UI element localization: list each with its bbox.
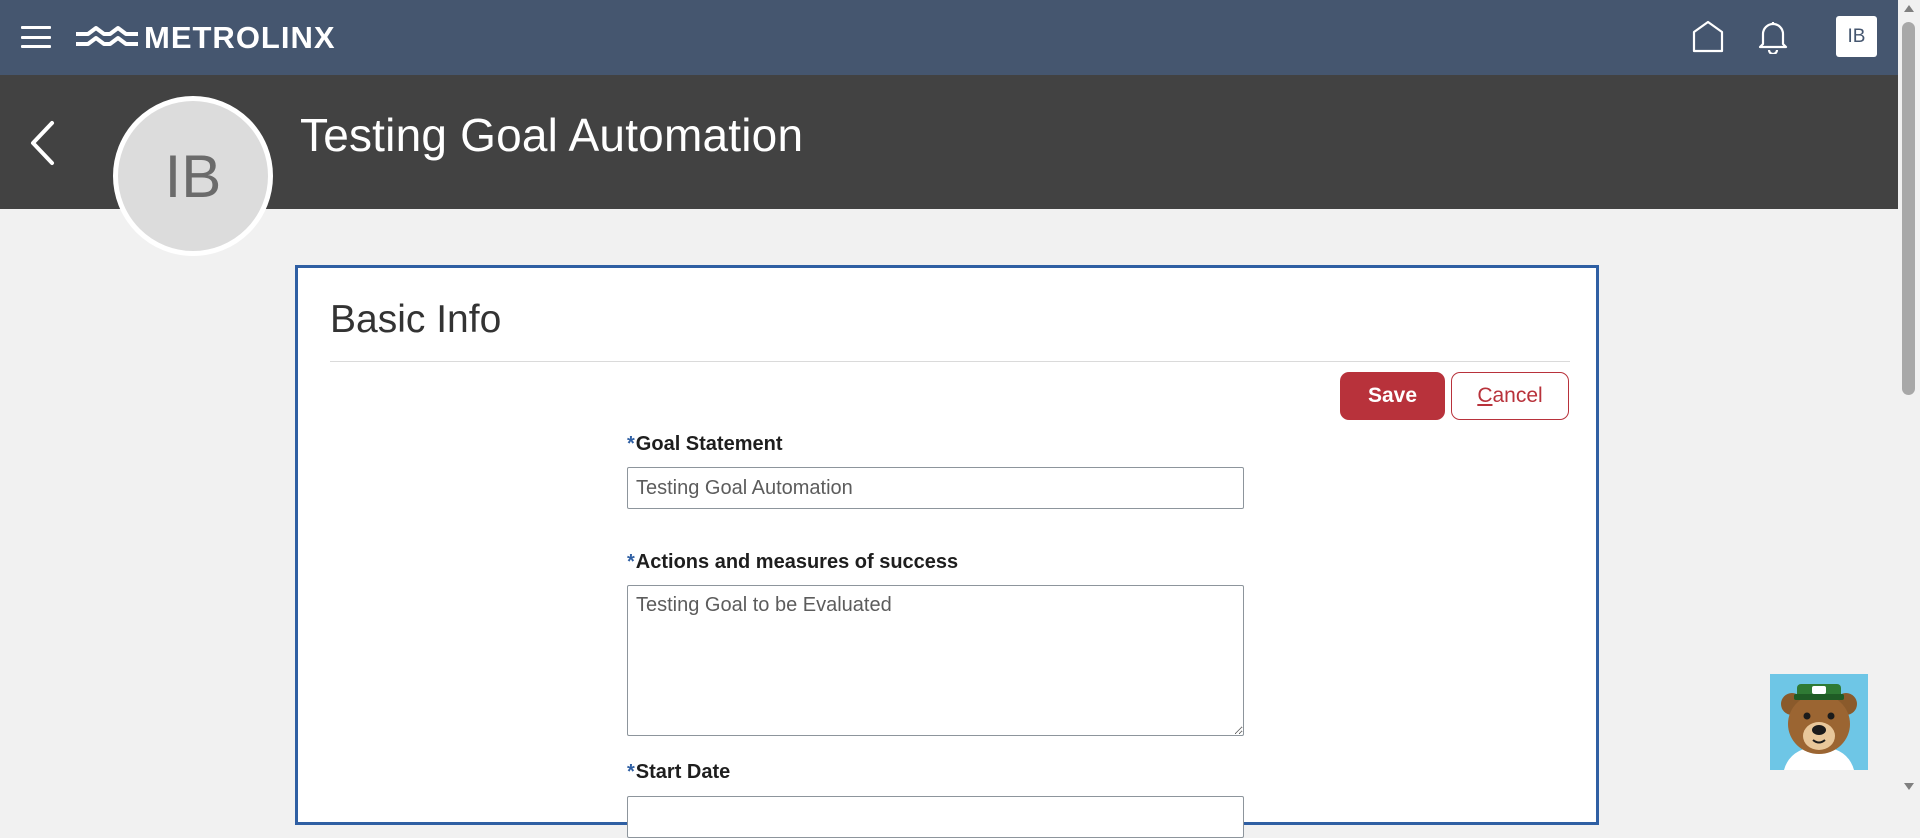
chevron-left-icon [31,121,54,165]
required-marker: * [627,433,635,455]
goal-statement-input[interactable] [627,467,1244,509]
page-title: Testing Goal Automation [300,109,804,161]
page-header [0,75,1898,209]
page-scrollbar[interactable] [1898,0,1920,800]
metrolinx-logo[interactable]: METROLINX [74,20,336,56]
required-marker: * [627,761,635,783]
actions-label: *Actions and measures of success [627,551,959,573]
brand-name: METROLINX [144,20,336,55]
basic-info-card: Basic Info Save Cancel *Goal Statement *… [295,265,1599,838]
bell-icon[interactable] [1757,20,1789,59]
cancel-access-key: C [1477,384,1493,407]
user-menu-button[interactable]: IB [1836,16,1877,57]
actions-textarea[interactable]: Testing Goal to be Evaluated [627,585,1244,736]
chat-assistant-button[interactable] [1770,674,1868,770]
hamburger-menu-icon[interactable] [21,26,51,48]
start-date-label: *Start Date [627,761,731,783]
divider [330,361,1570,362]
home-icon[interactable] [1690,18,1726,59]
metrolinx-logo-icon [76,26,138,46]
back-button[interactable] [28,120,56,171]
scroll-thumb[interactable] [1902,22,1915,395]
required-marker: * [627,551,635,573]
cancel-label-rest: ancel [1492,384,1543,407]
goal-statement-label: *Goal Statement [627,433,783,455]
save-button[interactable]: Save [1340,372,1445,420]
top-nav-bar: METROLINX IB [0,0,1898,75]
mascot-bear-icon [1770,674,1868,770]
scroll-up-arrow-icon[interactable] [1904,5,1914,12]
avatar: IB [113,96,273,256]
scroll-down-arrow-icon[interactable] [1904,783,1914,790]
start-date-input[interactable] [627,796,1244,838]
cancel-button[interactable]: Cancel [1451,372,1569,420]
section-title: Basic Info [330,298,502,341]
